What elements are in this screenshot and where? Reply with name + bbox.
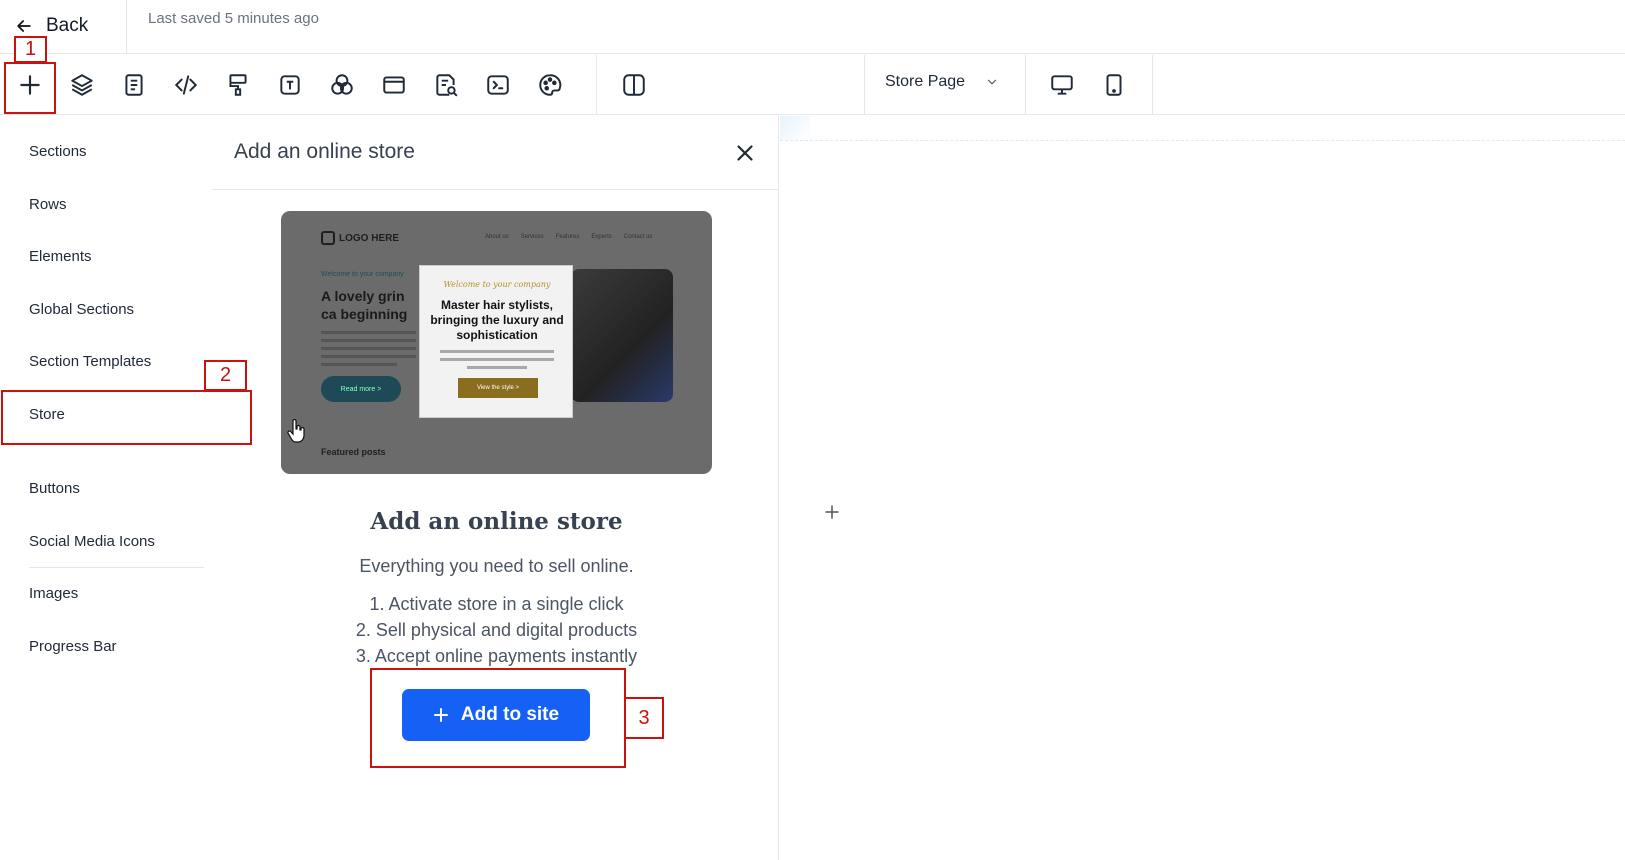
preview-body-lines (321, 331, 416, 371)
annotation-box-3 (370, 668, 626, 768)
preview-logo-text: LOGO HERE (339, 232, 400, 244)
arrow-left-icon (17, 20, 31, 32)
color-circles-icon (331, 74, 353, 95)
preview-nav-item: Experts (591, 234, 612, 240)
preview-card-line (467, 366, 527, 369)
page-selector-value: Store Page (885, 73, 966, 90)
tracking-code-button[interactable] (478, 65, 518, 105)
store-subtitle: Everything you need to sell online. (359, 556, 634, 576)
mobile-icon (1106, 74, 1122, 96)
browser-window-icon (383, 76, 405, 94)
theme-button[interactable] (530, 65, 570, 105)
divider (126, 0, 127, 54)
paint-roller-icon (229, 74, 247, 96)
preview-nav-item: Contact us (623, 234, 653, 240)
page-icon (125, 74, 143, 96)
annotation-box-1 (4, 62, 56, 114)
preview-nav: About us Services Features Experts Conta… (485, 234, 652, 240)
page-selector-dropdown[interactable]: Store Page (885, 73, 999, 91)
last-saved-text: Last saved 5 minutes ago (148, 10, 319, 27)
sidebar-item-images[interactable]: Images (29, 585, 78, 602)
mobile-view-button[interactable] (1094, 65, 1134, 105)
sidebar-item-elements[interactable]: Elements (29, 248, 92, 265)
sidebar-item-global-sections[interactable]: Global Sections (29, 301, 134, 318)
colors-button[interactable] (322, 65, 362, 105)
split-view-button[interactable] (614, 65, 654, 105)
chevron-down-icon (987, 79, 997, 85)
canvas-dashed-line (780, 140, 1625, 141)
toolbar-divider (596, 55, 597, 115)
layers-icon (71, 74, 93, 96)
page-canvas[interactable] (780, 116, 1625, 860)
desktop-view-button[interactable] (1042, 65, 1082, 105)
preview-card-line (440, 350, 554, 353)
toolbar-divider (1152, 55, 1153, 115)
styles-button[interactable] (218, 65, 258, 105)
annotation-box-2 (1, 390, 252, 445)
seo-button[interactable] (426, 65, 466, 105)
store-preview-image: LOGO HERE About us Services Features Exp… (281, 211, 712, 474)
annotation-label-3: 3 (624, 697, 664, 739)
preview-card-line (440, 358, 554, 361)
preview-featured: Featured posts (321, 447, 386, 457)
sidebar-item-buttons[interactable]: Buttons (29, 480, 80, 497)
list-item: 3. Accept online payments instantly (355, 646, 638, 666)
list-item: 1. Activate store in a single click (369, 594, 624, 614)
code-icon (174, 75, 198, 95)
layers-button[interactable] (62, 65, 102, 105)
sidebar-item-sections[interactable]: Sections (29, 143, 87, 160)
pages-button[interactable] (114, 65, 154, 105)
store-feature-list: 1. Activate store in a single click 2. S… (281, 591, 712, 669)
editor-toolbar: Store Page (0, 55, 1625, 115)
hand-cursor-icon (287, 419, 305, 443)
toolbar-divider (1025, 55, 1026, 115)
preview-card: Welcome to your company Master hair styl… (419, 265, 573, 418)
split-view-icon (623, 74, 645, 96)
palette-icon (539, 74, 562, 96)
sidebar-item-section-templates[interactable]: Section Templates (29, 353, 151, 370)
preview-nav-item: Services (520, 234, 544, 240)
sidebar-divider (29, 567, 204, 568)
canvas-corner (780, 116, 810, 140)
popup-button[interactable] (374, 65, 414, 105)
preview-logo: LOGO HERE (321, 231, 399, 245)
back-label: Back (46, 15, 89, 36)
top-bar: Back Last saved 5 minutes ago (0, 0, 1625, 54)
preview-nav-item: Features (555, 234, 580, 240)
terminal-icon (487, 75, 509, 95)
logo-icon (321, 231, 335, 245)
close-icon[interactable] (732, 140, 758, 166)
add-section-plus-icon[interactable] (823, 503, 841, 521)
preview-headline: A lovely grin ca beginning (321, 288, 408, 322)
preview-card-script: Welcome to your company (443, 280, 551, 289)
typography-button[interactable] (270, 65, 310, 105)
preview-card-button: View the style > (458, 378, 538, 398)
preview-read-more: Read more > (321, 376, 401, 402)
panel-header: Add an online store (212, 116, 779, 190)
sidebar-item-progress-bar[interactable]: Progress Bar (29, 638, 117, 655)
annotation-label-2: 2 (204, 360, 247, 391)
panel-title: Add an online store (234, 140, 415, 163)
preview-nav-item: About us (485, 234, 509, 240)
search-doc-icon (436, 74, 458, 97)
toolbar-divider (864, 55, 865, 115)
preview-card-title: Master hair stylists, bringing the luxur… (430, 298, 564, 342)
sidebar-item-rows[interactable]: Rows (29, 196, 67, 213)
element-category-sidebar: Sections Rows Elements Global Sections S… (0, 116, 210, 860)
desktop-icon (1051, 75, 1073, 95)
store-heading: Add an online store (370, 508, 623, 535)
text-icon (280, 75, 300, 95)
annotation-label-1: 1 (14, 36, 47, 63)
sidebar-item-social-media-icons[interactable]: Social Media Icons (29, 533, 155, 550)
preview-photo (571, 269, 673, 402)
list-item: 2. Sell physical and digital products (355, 620, 638, 640)
preview-welcome: Welcome to your company (321, 271, 404, 278)
code-button[interactable] (166, 65, 206, 105)
